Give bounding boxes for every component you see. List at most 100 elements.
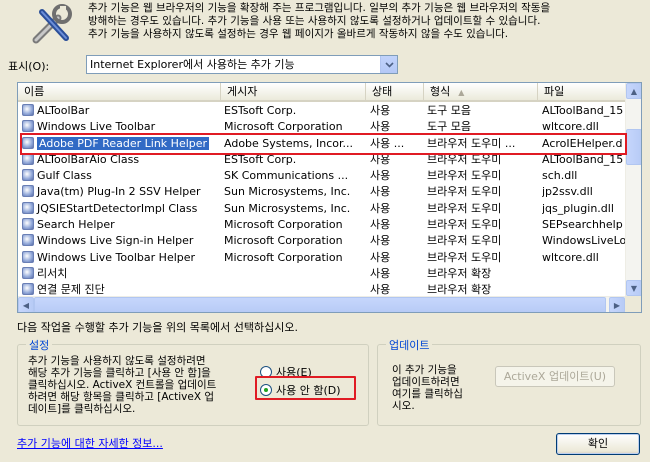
table-row[interactable]: Windows Live Toolbar Microsoft Corporatio… [18, 119, 625, 135]
header-line: 추가 기능을 사용하지 않도록 설정하는 경우 웹 페이지가 올바르게 작동하지… [88, 28, 509, 40]
update-description: 이 추가 기능을 업데이트하려면 여기를 클릭하십 시오. [392, 364, 482, 412]
cell-file: AcroIEHelper.d [542, 136, 623, 150]
radio-circle-checked[interactable] [260, 384, 272, 396]
cell-name: Windows Live Sign-in Helper [22, 233, 222, 249]
table-row[interactable]: ALToolBarAio Class ESTsoft Corp. 사용 브라우저 도우… [18, 152, 625, 168]
horizontal-scrollbar[interactable]: ◀ ▶ [18, 296, 625, 312]
addon-name: Adobe PDF Reader Link Helper [37, 136, 210, 150]
cell-status: 사용 [370, 104, 391, 117]
addon-icon [22, 120, 34, 133]
header-description: 추가 기능은 웹 브라우저의 기능을 확장해 주는 프로그램입니다. 일부의 추… [88, 2, 643, 41]
addon-name: Windows Live Sign-in Helper [37, 234, 194, 248]
addon-name: Search Helper [37, 218, 115, 232]
cell-file: wltcore.dll [542, 250, 599, 264]
cell-publisher: Sun Microsystems, Inc. [224, 201, 351, 215]
update-description-line: 업데이트하려면 [392, 376, 460, 388]
radio-circle[interactable] [260, 366, 272, 378]
settings-description: 추가 기능을 사용하지 않도록 설정하려면 해당 추가 기능을 클릭하고 [사용… [28, 355, 250, 415]
cell-status: 사용 [370, 120, 391, 134]
settings-group-title: 설정 [26, 337, 53, 353]
scroll-right-icon[interactable]: ▶ [609, 297, 625, 312]
cell-publisher: ESTsoft Corp. [224, 152, 297, 166]
addon-icon [22, 283, 34, 296]
column-header-type-label: 형식 [430, 85, 451, 98]
scroll-down-icon[interactable]: ▼ [626, 280, 641, 296]
cell-type: 브라우저 도우미 ... [427, 136, 516, 150]
cell-name: Gulf Class [22, 168, 222, 184]
header-line: 추가 기능은 웹 브라우저의 기능을 확장해 주는 프로그램입니다. 일부의 추… [88, 2, 551, 14]
enable-radio-label[interactable]: 사용(E) [276, 364, 312, 380]
addon-icon [22, 152, 34, 165]
chevron-down-icon[interactable] [380, 56, 397, 73]
show-filter-value: Internet Explorer에서 사용하는 추가 기능 [90, 58, 295, 71]
show-filter-dropdown[interactable]: Internet Explorer에서 사용하는 추가 기능 [86, 55, 398, 74]
table-row[interactable]: Java(tm) Plug-In 2 SSV Helper Sun Microsy… [18, 184, 625, 200]
more-info-link[interactable]: 추가 기능에 대한 자세한 정보... [17, 435, 163, 451]
cell-type: 브라우저 도우미 [427, 169, 502, 183]
addon-name: 리서치 [37, 266, 68, 280]
settings-description-line: 데이트]를 클릭하십시오. [28, 403, 136, 415]
settings-description-line: 클릭하십시오. ActiveX 컨트롤을 업데이트 [28, 379, 217, 391]
table-row[interactable]: ALToolBar ESTsoft Corp. 사용 도구 모음 ALToolBand_… [18, 103, 625, 119]
cell-type: 브라우저 도우미 [427, 185, 502, 199]
table-row[interactable]: Adobe PDF Reader Link Helper Adobe System… [18, 136, 625, 152]
addon-name: 연결 문제 진단 [37, 283, 105, 297]
update-description-line: 시오. [392, 400, 415, 412]
cell-type: 도구 모음 [427, 104, 471, 117]
cell-name: ALToolBarAio Class [22, 152, 222, 168]
table-row[interactable]: Windows Live Toolbar Helper Microsoft Cor… [18, 250, 625, 266]
cell-status: 사용 [370, 152, 391, 166]
header-line: 방해하는 경우도 있습니다. 추가 기능을 사용 또는 사용하지 않도록 설정하… [88, 15, 541, 27]
cell-name: Java(tm) Plug-In 2 SSV Helper [22, 184, 222, 200]
cell-status: 사용 [370, 250, 391, 264]
cell-publisher: Microsoft Corporation [224, 250, 343, 264]
cell-publisher: SK Communications ... [224, 169, 349, 183]
cell-type: 브라우저 확장 [427, 266, 492, 280]
cell-name: Adobe PDF Reader Link Helper [22, 136, 222, 152]
addons-list[interactable]: 이름 게시자 상태 형식 ▲ 파일 ALToolBar ESTsoft Corp. 사… [17, 82, 642, 313]
cell-type: 브라우저 도우미 [427, 250, 502, 264]
disable-radio-label[interactable]: 사용 안 함(D) [276, 382, 341, 398]
vertical-scrollbar[interactable]: ▲ ▼ [625, 83, 641, 296]
update-description-line: 여기를 클릭하십 [392, 388, 463, 400]
addon-name: Windows Live Toolbar [37, 120, 156, 134]
addon-icon [22, 185, 34, 198]
addon-icon [22, 234, 34, 247]
vertical-scroll-thumb[interactable] [626, 129, 641, 165]
ok-button[interactable]: 확인 [556, 433, 640, 455]
column-header-type[interactable]: 형식 ▲ [424, 83, 538, 100]
scroll-up-icon[interactable]: ▲ [626, 83, 641, 99]
column-header-file[interactable]: 파일 [538, 83, 628, 100]
addon-icon [22, 201, 34, 214]
table-row[interactable]: 리서치 사용 브라우저 확장 [18, 266, 625, 282]
cell-status: 사용 ... [370, 136, 405, 150]
scroll-left-icon[interactable]: ◀ [18, 297, 34, 312]
table-row[interactable]: Search Helper Microsoft Corporation 사용 브라우저… [18, 217, 625, 233]
cell-name: JQSIEStartDetectorImpl Class [22, 201, 222, 217]
column-header-status[interactable]: 상태 [366, 83, 424, 100]
cell-publisher: Adobe Systems, Incor... [224, 136, 354, 150]
cell-file: wltcore.dll [542, 120, 599, 134]
horizontal-scroll-thumb[interactable] [34, 297, 606, 312]
instruction-text: 다음 작업을 수행할 추가 기능을 위의 목록에서 선택하십시오. [17, 321, 298, 334]
cell-status: 사용 [370, 218, 391, 232]
cell-status: 사용 [370, 201, 391, 215]
column-header-publisher[interactable]: 게시자 [221, 83, 366, 100]
table-row[interactable]: Windows Live Sign-in Helper Microsoft Cor… [18, 233, 626, 249]
disable-radio[interactable]: 사용 안 함(D) [260, 382, 341, 398]
settings-description-line: 해당 추가 기능을 클릭하고 [사용 안 함]을 [28, 367, 211, 379]
settings-group: 설정 추가 기능을 사용하지 않도록 설정하려면 해당 추가 기능을 클릭하고 … [17, 337, 369, 426]
cell-name: Windows Live Toolbar Helper [22, 250, 222, 266]
cell-status: 사용 [370, 266, 391, 280]
show-filter-label: 표시(O): [8, 60, 50, 73]
addon-icon [22, 250, 34, 263]
update-group: 업데이트 이 추가 기능을 업데이트하려면 여기를 클릭하십 시오. Activ… [377, 337, 641, 426]
table-row[interactable]: JQSIEStartDetectorImpl Class Sun Microsys… [18, 201, 625, 217]
activex-update-button[interactable]: ActiveX 업데이트(U) [495, 366, 615, 387]
column-header-name[interactable]: 이름 [18, 83, 221, 100]
cell-type: 브라우저 도우미 [427, 201, 502, 215]
addon-name: Java(tm) Plug-In 2 SSV Helper [37, 185, 201, 199]
enable-radio[interactable]: 사용(E) [260, 364, 312, 380]
sort-ascending-icon: ▲ [458, 88, 465, 97]
table-row[interactable]: Gulf Class SK Communications ... 사용 브라우저 도우… [18, 168, 625, 184]
